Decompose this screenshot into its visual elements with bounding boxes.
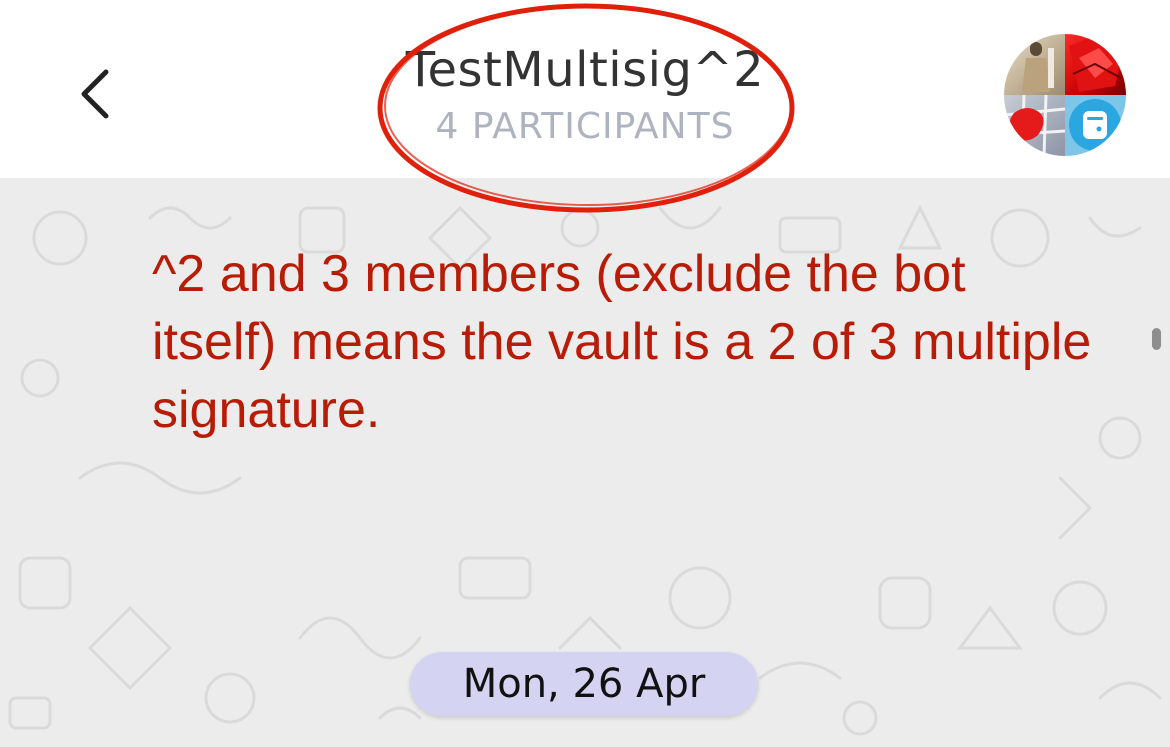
date-separator: Mon, 26 Apr [410,652,758,716]
avatar-tile-photo-2 [1065,34,1126,95]
chat-header: TestMultisig^2 4 PARTICIPANTS [0,0,1170,178]
chevron-left-icon [81,69,109,119]
avatar-tile-wallet [1065,95,1126,156]
chat-title: TestMultisig^2 [405,42,765,98]
avatar-tile-photo-1 [1004,34,1065,95]
group-avatar[interactable] [1004,34,1126,156]
avatar-tile-photo-3 [1004,94,1066,156]
annotation-text: ^2 and 3 members (exclude the bot itself… [152,245,1092,439]
participants-count: 4 PARTICIPANTS [435,106,735,147]
scrollbar[interactable] [1152,328,1161,350]
chat-title-area[interactable]: TestMultisig^2 4 PARTICIPANTS [380,0,790,178]
back-button[interactable] [72,62,120,126]
